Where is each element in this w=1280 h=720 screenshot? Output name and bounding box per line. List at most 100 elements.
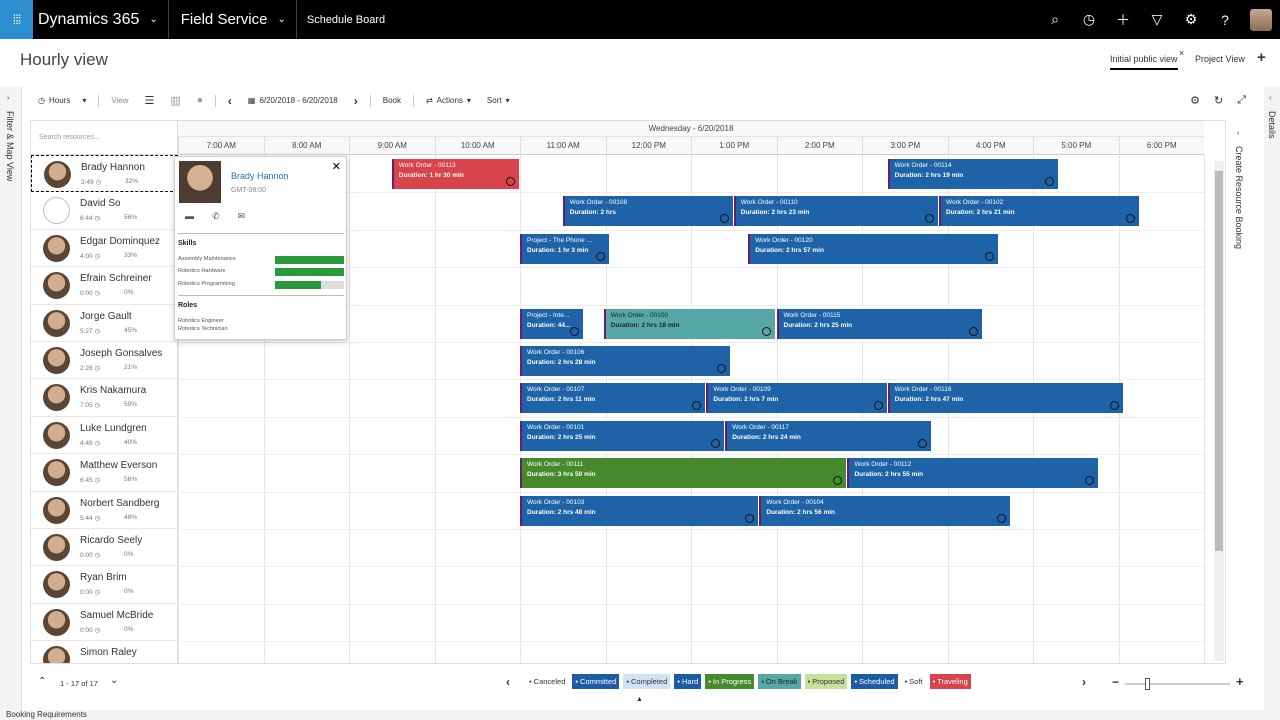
- booking-block[interactable]: Work Order - 00114 Duration: 2 hrs 19 min: [887, 159, 1058, 189]
- chat-icon[interactable]: ▬: [185, 211, 194, 222]
- sort-label: Sort: [486, 96, 502, 105]
- details-panel-toggle[interactable]: ‹ Details: [1264, 87, 1280, 720]
- resource-row[interactable]: Simon Raley: [31, 641, 178, 663]
- date-picker[interactable]: ▦ 6/20/2018 - 6/20/2018: [240, 96, 346, 105]
- booking-block[interactable]: Work Order - 00117 Duration: 2 hrs 24 min: [725, 420, 932, 451]
- plus-icon[interactable]: ＋: [1106, 10, 1140, 30]
- phone-icon[interactable]: ✆: [212, 211, 220, 222]
- expand-requirements-icon[interactable]: ▲: [636, 696, 643, 703]
- booking-title: Work Order - 00114: [894, 162, 952, 169]
- resource-card-name[interactable]: Brady Hannon: [231, 171, 289, 181]
- resource-row[interactable]: Brady Hannon 3:49 ◷ 32%: [31, 155, 178, 193]
- tab-initial-public-view[interactable]: Initial public view: [1110, 54, 1178, 70]
- resource-row[interactable]: Matthew Everson 6:45 ◷ 56%: [31, 454, 178, 492]
- mail-icon[interactable]: ✉: [238, 211, 246, 222]
- vertical-scrollbar[interactable]: [1214, 161, 1224, 661]
- booking-block[interactable]: Work Order - 00101 Duration: 2 hrs 25 min: [520, 420, 725, 451]
- legend-prev-button[interactable]: ‹: [506, 675, 510, 689]
- booking-block[interactable]: Work Order - 00111 Duration: 3 hrs 50 min: [520, 458, 847, 489]
- search-icon[interactable]: ⌕: [1038, 11, 1072, 28]
- expand-icon[interactable]: ⤢: [1237, 94, 1246, 107]
- booking-block[interactable]: Work Order - 00112 Duration: 2 hrs 55 min: [847, 458, 1098, 489]
- resource-row[interactable]: Ricardo Seely 0:00 ◷ 0%: [31, 529, 178, 567]
- scrollbar-thumb[interactable]: [1215, 171, 1223, 551]
- app-switcher[interactable]: Dynamics 365 ⌄: [33, 0, 169, 39]
- legend-swatch-icon: ▪: [854, 677, 858, 686]
- booking-block[interactable]: Project - The Phone ... Duration: 1 hr 3 …: [520, 233, 609, 264]
- resource-row[interactable]: Luke Lundgren 4:49 ◷ 40%: [31, 417, 178, 455]
- add-tab-icon[interactable]: +: [1257, 49, 1266, 66]
- roles-heading: Roles: [178, 302, 198, 309]
- toolbar-right-icons: ⚙ ↻ ⤢: [1190, 94, 1246, 107]
- zoom-slider-thumb[interactable]: [1145, 678, 1150, 690]
- hour-gridline: [349, 155, 350, 663]
- hours-dropdown[interactable]: ◷ Hours ▾: [30, 96, 94, 105]
- close-icon[interactable]: ✕: [332, 160, 341, 173]
- booking-title: Project - The Phone ...: [527, 236, 592, 244]
- settings-icon[interactable]: ⚙: [1174, 11, 1208, 28]
- clock-icon: ◷: [94, 402, 101, 410]
- booking-duration: Duration: 2 hrs 25 min: [527, 433, 596, 441]
- filter-map-label: Filter & Map View: [5, 111, 15, 182]
- list-view-icon[interactable]: ☰: [137, 94, 163, 107]
- search-resources-input[interactable]: Search resources...: [31, 121, 178, 155]
- create-booking-panel-toggle[interactable]: ‹ Create Resource Booking: [1232, 130, 1246, 670]
- map-view-icon[interactable]: ●: [189, 95, 211, 106]
- module-switcher[interactable]: Field Service ⌄: [169, 0, 297, 39]
- booking-requirements-panel[interactable]: Booking Requirements: [0, 710, 1280, 720]
- resource-row[interactable]: Efrain Schreiner 0:00 ◷ 0%: [31, 267, 178, 305]
- booking-block[interactable]: Work Order - 00115 Duration: 2 hrs 25 min: [776, 308, 983, 339]
- resource-row[interactable]: Samuel McBride 0:00 ◷ 0%: [31, 604, 178, 642]
- booking-title: Work Order - 00113: [398, 162, 456, 169]
- book-button[interactable]: Book: [375, 96, 409, 105]
- tab-project-view[interactable]: Project View: [1195, 54, 1245, 64]
- close-tab-icon[interactable]: ×: [1179, 48, 1184, 58]
- legend-next-button[interactable]: ›: [1082, 675, 1086, 689]
- history-icon[interactable]: ◷: [1072, 11, 1106, 28]
- zoom-out-button[interactable]: −: [1112, 675, 1119, 689]
- booking-block[interactable]: Work Order - 00120 Duration: 2 hrs 57 min: [748, 233, 998, 264]
- booking-block[interactable]: Work Order - 00102 Duration: 2 hrs 21 min: [938, 196, 1139, 227]
- resource-row[interactable]: Norbert Sandberg 5:44 ◷ 48%: [31, 492, 178, 529]
- refresh-icon[interactable]: ↻: [1214, 94, 1223, 107]
- zoom-slider[interactable]: [1125, 678, 1230, 690]
- booking-block[interactable]: Work Order - 00100 Duration: 2 hrs 18 min: [603, 308, 776, 339]
- booking-block[interactable]: Work Order - 00116 Duration: 2 hrs 47 min: [887, 383, 1124, 414]
- resource-avatar: [43, 309, 70, 337]
- resource-hours: 2:28 ◷: [80, 365, 101, 372]
- booking-block[interactable]: Work Order - 00106 Duration: 2 hrs 28 min: [520, 346, 731, 376]
- booking-block[interactable]: Work Order - 00107 Duration: 2 hrs 11 min: [520, 383, 706, 414]
- resource-row[interactable]: David So 6:44 ◷ 56%: [31, 192, 178, 230]
- chevron-down-icon[interactable]: ⌄: [110, 675, 118, 686]
- booking-block[interactable]: Work Order - 00113 Duration: 1 hr 30 min: [391, 159, 519, 189]
- status-icon: [924, 214, 934, 224]
- booking-block[interactable]: Work Order - 00109 Duration: 2 hrs 7 min: [706, 383, 887, 414]
- grid-view-icon[interactable]: ▥: [162, 94, 188, 107]
- booking-block[interactable]: Work Order - 00104 Duration: 2 hrs 56 min: [759, 495, 1010, 526]
- schedule-toolbar: ◷ Hours ▾ View ☰ ▥ ● ‹ ▦ 6/20/2018 - 6/2…: [30, 88, 1254, 113]
- resource-row[interactable]: Edgar Dominquez 4:00 ◷ 33%: [31, 230, 178, 268]
- settings-icon[interactable]: ⚙: [1190, 94, 1200, 107]
- previous-date-button[interactable]: ‹: [220, 94, 240, 108]
- booking-block[interactable]: Project - Inte... Duration: 44...: [520, 308, 584, 339]
- resource-row[interactable]: Joseph Gonsalves 2:28 ◷ 21%: [31, 342, 178, 380]
- resource-row[interactable]: Ryan Brim 0:00 ◷ 0%: [31, 566, 178, 604]
- app-launcher-button[interactable]: ⁞⁞⁞: [0, 0, 33, 39]
- clock-icon: ◷: [94, 589, 101, 597]
- resource-row[interactable]: Kris Nakamura 7:05 ◷ 59%: [31, 379, 178, 417]
- booking-block[interactable]: Work Order - 00108 Duration: 2 hrs: [562, 196, 733, 227]
- user-avatar[interactable]: [1250, 8, 1272, 31]
- status-icon: [506, 177, 515, 186]
- booking-block[interactable]: Work Order - 00110 Duration: 2 hrs 23 min: [733, 196, 938, 227]
- zoom-in-button[interactable]: +: [1236, 674, 1244, 689]
- help-icon[interactable]: ?: [1208, 12, 1242, 28]
- next-date-button[interactable]: ›: [346, 94, 366, 108]
- booking-block[interactable]: Work Order - 00103 Duration: 2 hrs 48 min: [520, 495, 759, 526]
- clock-icon: ◷: [94, 252, 101, 260]
- filter-icon[interactable]: ▽: [1140, 11, 1174, 28]
- filter-map-panel-toggle[interactable]: › Filter & Map View: [0, 87, 22, 720]
- actions-dropdown[interactable]: ⇄ Actions ▾: [418, 96, 479, 105]
- chevron-up-icon[interactable]: ⌃: [38, 676, 46, 687]
- sort-dropdown[interactable]: Sort ▾: [479, 96, 518, 105]
- resource-row[interactable]: Jorge Gault 5:27 ◷ 45%: [31, 305, 178, 342]
